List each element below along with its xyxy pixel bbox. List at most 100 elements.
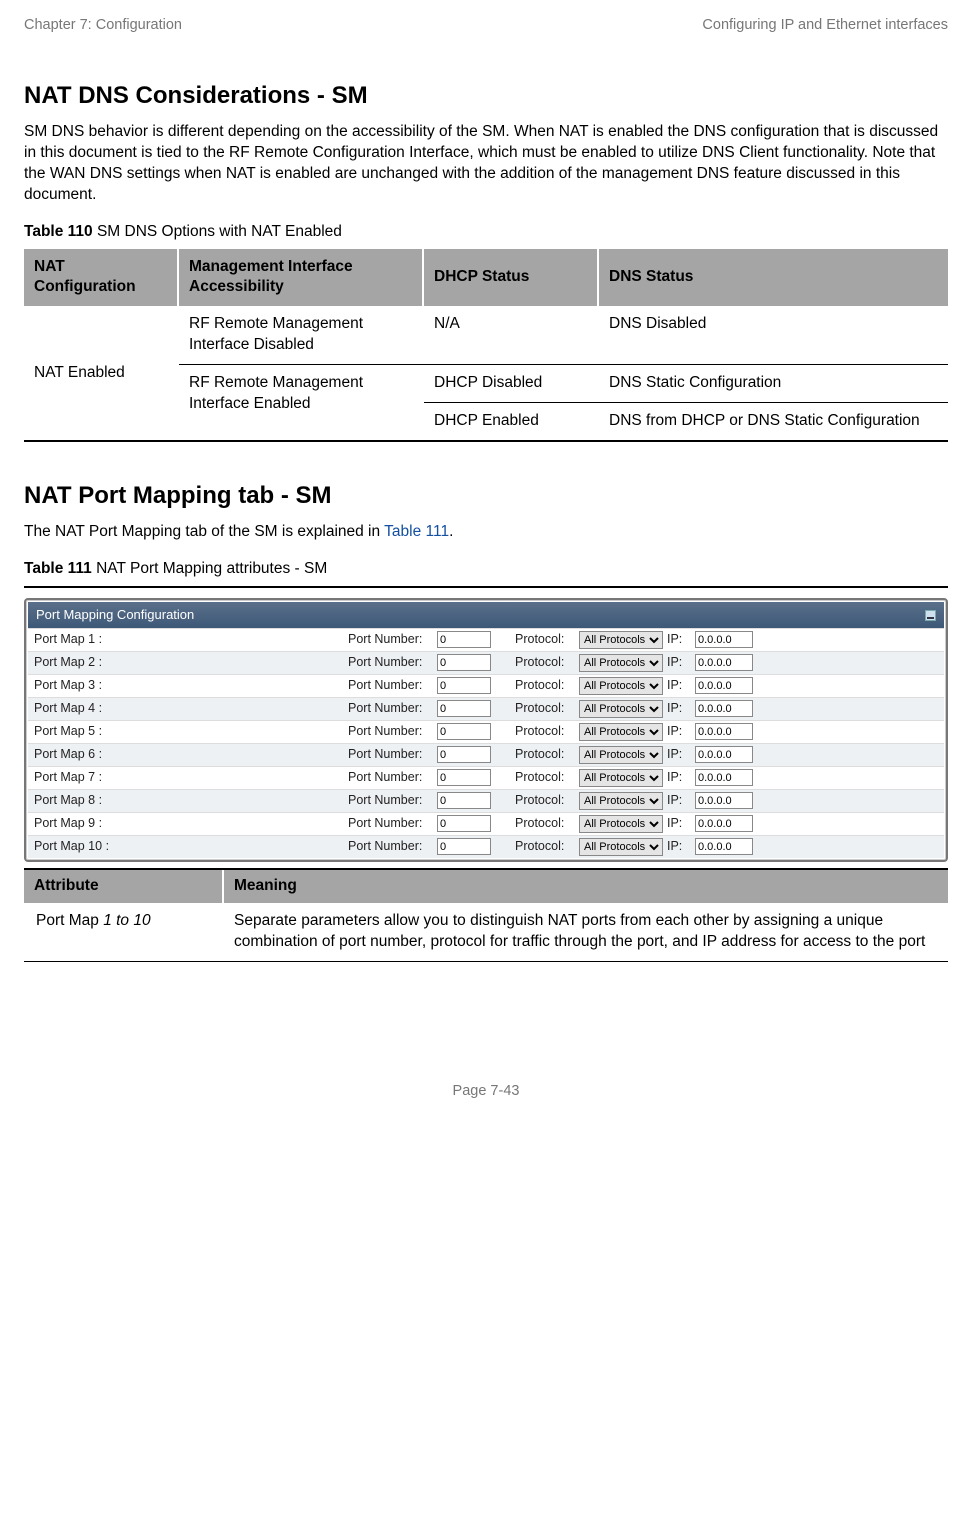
table111-caption-rest: NAT Port Mapping attributes - SM — [92, 560, 327, 577]
minimize-icon[interactable] — [925, 610, 936, 621]
port-map-label: Port Map 4 : — [34, 700, 344, 717]
protocol-label: Protocol: — [515, 815, 575, 832]
ip-label: IP: — [667, 769, 691, 786]
table110-caption-bold: Table 110 — [24, 223, 93, 240]
port-map-row: Port Map 8 :Port Number:Protocol:All Pro… — [28, 789, 944, 812]
attr-h0: Attribute — [24, 870, 224, 903]
ip-input[interactable] — [695, 746, 753, 763]
ip-input[interactable] — [695, 700, 753, 717]
table111-link[interactable]: Table 111 — [384, 523, 449, 540]
ip-label: IP: — [667, 654, 691, 671]
protocol-label: Protocol: — [515, 677, 575, 694]
t110-r2-mgmt: RF Remote Management Interface Enabled — [179, 365, 424, 442]
port-number-label: Port Number: — [348, 838, 433, 855]
ip-input[interactable] — [695, 654, 753, 671]
port-map-row: Port Map 6 :Port Number:Protocol:All Pro… — [28, 743, 944, 766]
protocol-select[interactable]: All Protocols — [579, 654, 663, 672]
port-map-label: Port Map 1 : — [34, 631, 344, 648]
port-map-row: Port Map 10 :Port Number:Protocol:All Pr… — [28, 835, 944, 858]
ip-input[interactable] — [695, 769, 753, 786]
port-number-label: Port Number: — [348, 769, 433, 786]
t110-r3-dns: DNS from DHCP or DNS Static Configuratio… — [599, 403, 948, 442]
port-number-input[interactable] — [437, 746, 491, 763]
ip-input[interactable] — [695, 631, 753, 648]
protocol-select[interactable]: All Protocols — [579, 815, 663, 833]
protocol-label: Protocol: — [515, 769, 575, 786]
port-number-input[interactable] — [437, 769, 491, 786]
ip-input[interactable] — [695, 723, 753, 740]
ip-label: IP: — [667, 792, 691, 809]
t110-r1-dhcp: N/A — [424, 306, 599, 365]
protocol-label: Protocol: — [515, 723, 575, 740]
protocol-label: Protocol: — [515, 746, 575, 763]
table110-caption-rest: SM DNS Options with NAT Enabled — [93, 223, 342, 240]
port-map-row: Port Map 7 :Port Number: Protocol:All Pro… — [28, 766, 944, 789]
protocol-select[interactable]: All Protocols — [579, 723, 663, 741]
port-number-label: Port Number: — [348, 654, 433, 671]
port-mapping-figure: Port Mapping Configuration Port Map 1 :P… — [24, 598, 948, 862]
port-number-input[interactable] — [437, 700, 491, 717]
port-number-input[interactable] — [437, 654, 491, 671]
t110-r2-dns: DNS Static Configuration — [599, 365, 948, 403]
protocol-label: Protocol: — [515, 700, 575, 717]
ip-label: IP: — [667, 746, 691, 763]
port-number-input[interactable] — [437, 838, 491, 855]
ip-label: IP: — [667, 723, 691, 740]
port-map-label: Port Map 7 : — [34, 769, 344, 786]
page-footer: Page 7-43 — [24, 1082, 948, 1102]
protocol-select[interactable]: All Protocols — [579, 700, 663, 718]
port-map-row: Port Map 5 :Port Number:Protocol:All Pro… — [28, 720, 944, 743]
protocol-select[interactable]: All Protocols — [579, 769, 663, 787]
t110-r2-dhcp: DHCP Disabled — [424, 365, 599, 403]
ip-label: IP: — [667, 815, 691, 832]
panel-title: Port Mapping Configuration — [36, 606, 194, 624]
port-number-input[interactable] — [437, 677, 491, 694]
section1-body: SM DNS behavior is different depending o… — [24, 122, 948, 206]
attr-row-1: Port Map 1 to 10 Separate parameters all… — [24, 903, 948, 962]
port-number-label: Port Number: — [348, 677, 433, 694]
port-number-input[interactable] — [437, 631, 491, 648]
page-header: Chapter 7: Configuration Configuring IP … — [24, 16, 948, 36]
section2-body-post: . — [449, 523, 453, 540]
ip-input[interactable] — [695, 792, 753, 809]
protocol-select[interactable]: All Protocols — [579, 838, 663, 856]
port-number-input[interactable] — [437, 792, 491, 809]
t110-r1-dns: DNS Disabled — [599, 306, 948, 365]
protocol-select[interactable]: All Protocols — [579, 677, 663, 695]
port-number-label: Port Number: — [348, 815, 433, 832]
table110: NAT Configuration Management Interface A… — [24, 249, 948, 443]
port-map-label: Port Map 2 : — [34, 654, 344, 671]
protocol-select[interactable]: All Protocols — [579, 792, 663, 810]
port-map-row: Port Map 2 :Port Number:Protocol:All Pro… — [28, 651, 944, 674]
attr-name-em: 1 to 10 — [103, 912, 150, 929]
t110-h1: Management Interface Accessibility — [179, 249, 424, 307]
port-map-row: Port Map 1 :Port Number: Protocol:All Pro… — [28, 628, 944, 651]
port-number-label: Port Number: — [348, 631, 433, 648]
port-number-input[interactable] — [437, 723, 491, 740]
header-right-text: Configuring IP and Ethernet interfaces — [702, 16, 948, 36]
t110-h0: NAT Configuration — [24, 249, 179, 307]
panel-header: Port Mapping Configuration — [28, 602, 944, 628]
table110-caption: Table 110 SM DNS Options with NAT Enable… — [24, 222, 948, 243]
ip-input[interactable] — [695, 677, 753, 694]
port-map-row: Port Map 4 :Port Number:Protocol:All Pro… — [28, 697, 944, 720]
port-number-label: Port Number: — [348, 792, 433, 809]
port-number-label: Port Number: — [348, 746, 433, 763]
port-number-label: Port Number: — [348, 723, 433, 740]
section1-title: NAT DNS Considerations - SM — [24, 80, 948, 112]
port-number-input[interactable] — [437, 815, 491, 832]
port-map-label: Port Map 10 : — [34, 838, 344, 855]
protocol-label: Protocol: — [515, 631, 575, 648]
ip-input[interactable] — [695, 838, 753, 855]
protocol-select[interactable]: All Protocols — [579, 631, 663, 649]
attr-h1: Meaning — [224, 870, 948, 903]
protocol-select[interactable]: All Protocols — [579, 746, 663, 764]
section2-body: The NAT Port Mapping tab of the SM is ex… — [24, 522, 948, 543]
ip-input[interactable] — [695, 815, 753, 832]
t110-h3: DNS Status — [599, 249, 948, 307]
table111-top-rule — [24, 586, 948, 588]
attr-meaning: Separate parameters allow you to disting… — [224, 903, 948, 961]
port-map-label: Port Map 3 : — [34, 677, 344, 694]
ip-label: IP: — [667, 677, 691, 694]
t110-r3-dhcp: DHCP Enabled — [424, 403, 599, 442]
